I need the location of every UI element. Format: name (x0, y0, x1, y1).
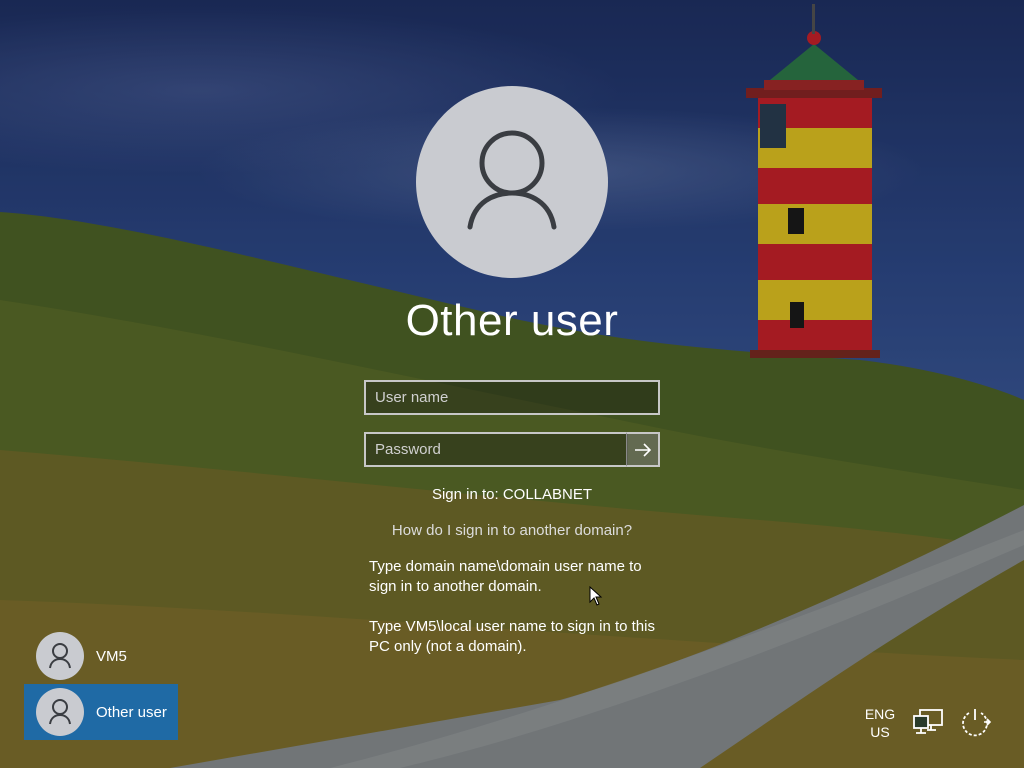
help-text-domain: Type domain name\domain user name to sig… (369, 558, 642, 595)
avatar (36, 632, 84, 680)
network-icon (913, 709, 943, 734)
user-icon (467, 130, 557, 230)
arrow-right-icon (634, 442, 651, 457)
password-field[interactable] (364, 432, 628, 467)
user-item-vm5[interactable]: VM5 (24, 628, 178, 684)
user-avatar-large (416, 86, 608, 278)
user-name: VM5 (96, 647, 127, 665)
user-item-other-user[interactable]: Other user (24, 684, 178, 740)
language-indicator[interactable]: ENG US (862, 705, 898, 741)
user-name: Other user (96, 703, 167, 721)
help-link[interactable]: How do I sign in to another domain? (0, 522, 1024, 539)
language-code: ENG (864, 706, 896, 722)
power-button[interactable] (958, 706, 992, 742)
username-input[interactable] (366, 382, 658, 413)
user-icon (49, 643, 71, 669)
power-icon (962, 709, 992, 737)
language-region: US (870, 724, 890, 740)
avatar (36, 688, 84, 736)
user-icon (49, 699, 71, 725)
username-field[interactable] (364, 380, 660, 415)
mouse-cursor-icon (589, 586, 603, 606)
network-button[interactable] (912, 708, 944, 740)
sign-in-to-label: Sign in to: COLLABNET (431, 486, 593, 503)
password-input[interactable] (366, 434, 628, 465)
submit-button[interactable] (626, 432, 660, 467)
help-text-local: Type VM5\local user name to sign in to t… (369, 618, 655, 655)
page-title: Other user (405, 296, 619, 345)
